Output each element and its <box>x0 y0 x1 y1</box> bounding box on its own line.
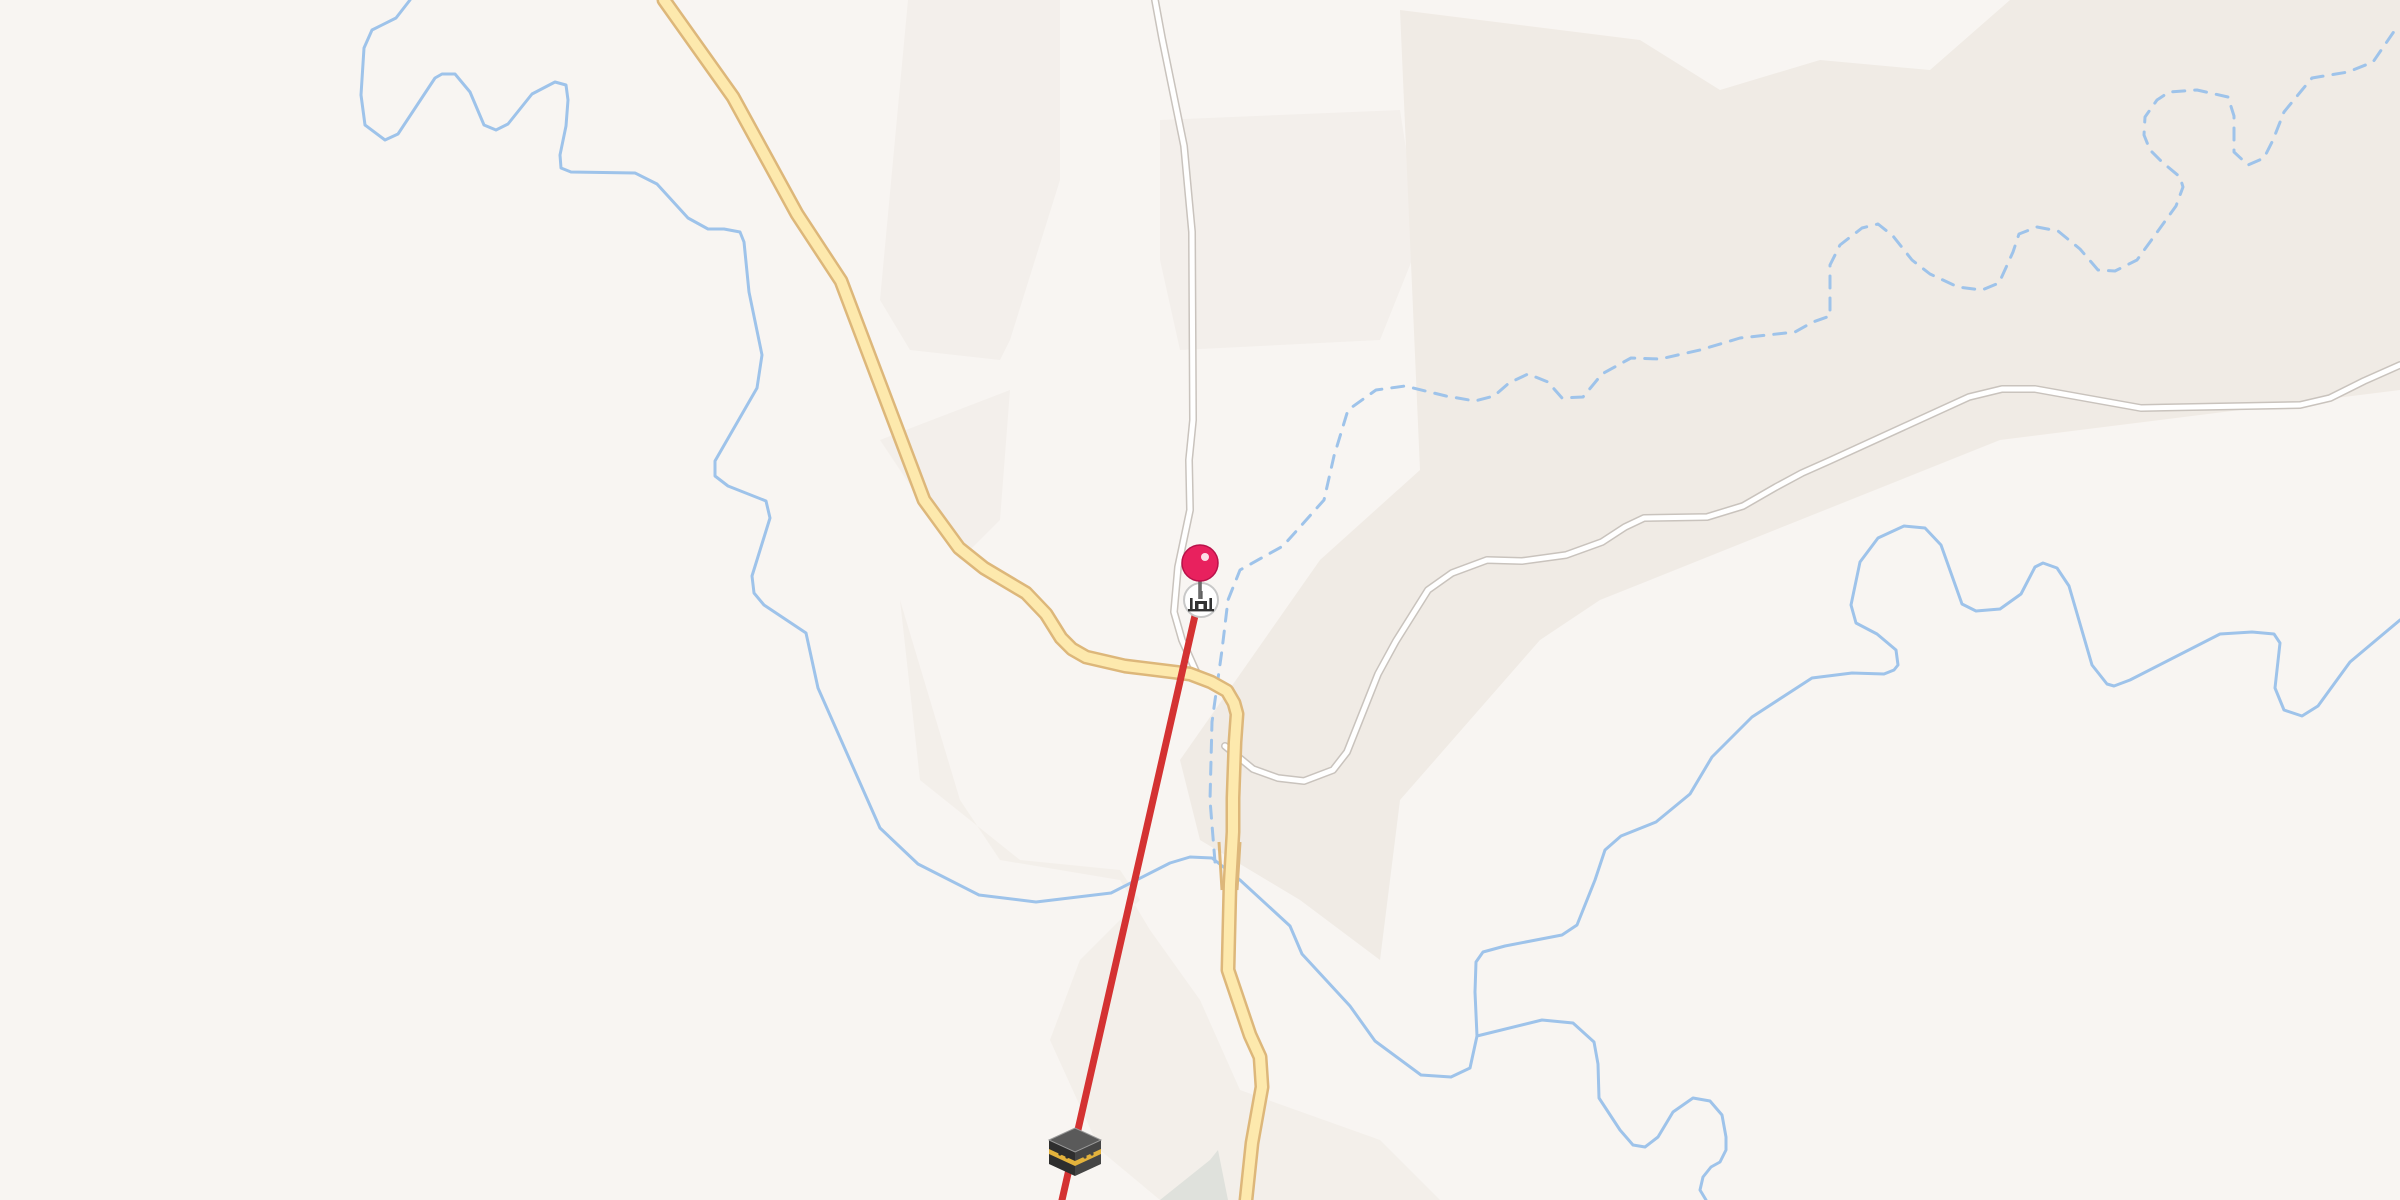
location-pin-icon <box>1181 544 1219 582</box>
map-view[interactable] <box>0 0 2400 1200</box>
